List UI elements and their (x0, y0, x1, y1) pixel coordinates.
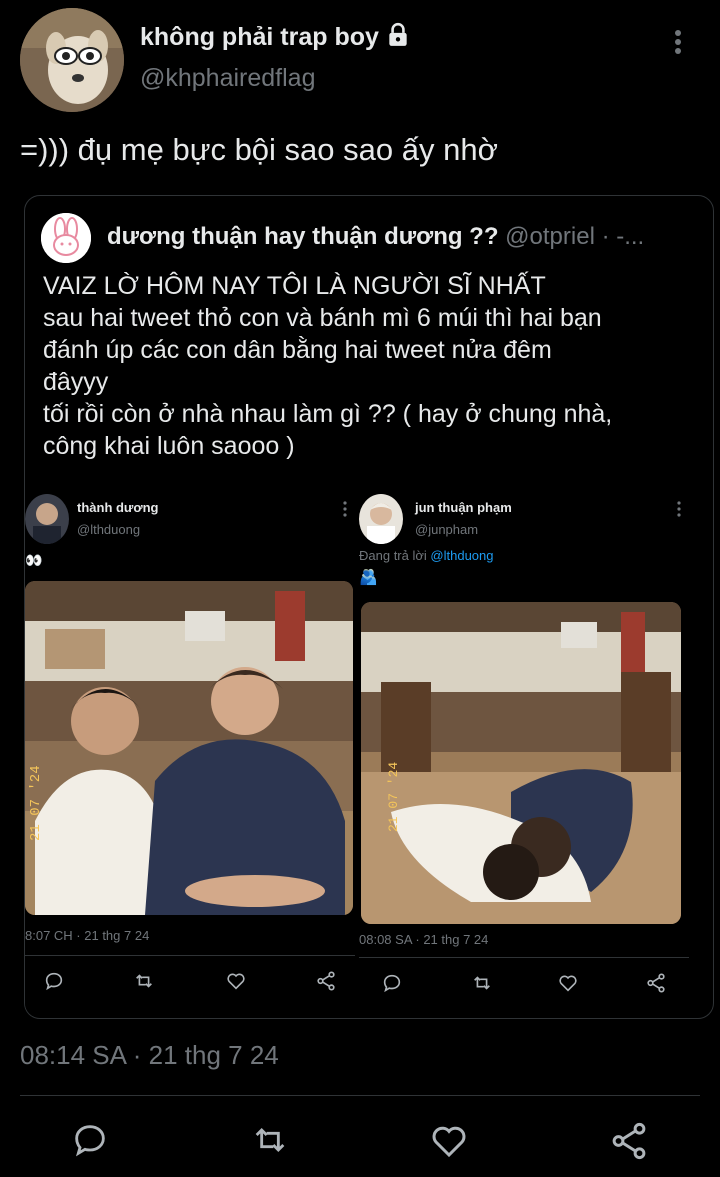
quoted-text: VAIZ LỜ HÔM NAY TÔI LÀ NGƯỜI SĨ NHẤT sau… (43, 270, 693, 462)
retweet-icon[interactable] (133, 970, 155, 997)
quoted-text-line: VAIZ LỜ HÔM NAY TÔI LÀ NGƯỜI SĨ NHẤT (43, 272, 546, 300)
quoted-text-line: sau hai tweet thỏ con và bánh mì 6 múi t… (43, 304, 602, 332)
replying-to: Đang trả lời @lthduong (359, 548, 493, 563)
quoted-display-name: dương thuận hay thuận dương ?? (107, 223, 499, 250)
embedded-left-text: 👀 (25, 552, 43, 568)
replying-to-handle[interactable]: @lthduong (430, 548, 493, 563)
quoted-tweet[interactable]: dương thuận hay thuận dương ?? @otpriel … (24, 195, 714, 1019)
divider (25, 955, 355, 956)
lock-icon (385, 22, 411, 55)
embedded-right-time: 08:08 SA · 21 thg 7 24 (359, 932, 489, 947)
embedded-right-name: jun thuận phạm (415, 500, 512, 515)
embedded-right-avatar (359, 494, 403, 544)
embedded-right-photo[interactable]: 21 07 '24 (361, 602, 681, 924)
embedded-right-handle: @junpham (415, 522, 479, 537)
tweet-text: =))) đụ mẹ bực bội sao sao ấy nhờ (20, 132, 498, 167)
author-display-name[interactable]: không phải trap boy (140, 23, 379, 51)
quoted-text-line: công khai luôn saooo ) (43, 432, 295, 460)
share-icon[interactable] (315, 970, 337, 997)
quoted-author-avatar (41, 213, 91, 263)
tweet-timestamp[interactable]: 08:14 SA · 21 thg 7 24 (20, 1040, 279, 1071)
heart-icon[interactable] (557, 972, 579, 999)
embedded-left-time: 8:07 CH · 21 thg 7 24 (25, 928, 150, 943)
embedded-left-avatar (25, 494, 69, 544)
share-icon[interactable] (645, 972, 667, 999)
share-icon[interactable] (608, 1120, 650, 1167)
reply-icon[interactable] (70, 1120, 110, 1165)
more-vertical-icon[interactable] (675, 500, 683, 523)
quoted-handle: @otpriel · -... (505, 223, 645, 250)
more-vertical-icon[interactable] (668, 28, 688, 63)
embedded-tweet-right[interactable]: jun thuận phạm @junpham Đang trả lời @lt… (359, 486, 699, 1016)
embedded-right-text: 🫂 (359, 569, 378, 586)
replying-to-prefix: Đang trả lời (359, 548, 427, 563)
author-name-row[interactable]: không phải trap boy (140, 22, 411, 55)
svg-text:21 07 '24: 21 07 '24 (28, 765, 44, 841)
embedded-left-photo[interactable]: 21 07 '24 (25, 581, 353, 915)
embedded-left-handle: @lthduong (77, 522, 141, 537)
more-vertical-icon[interactable] (341, 500, 349, 523)
retweet-icon[interactable] (248, 1120, 292, 1165)
heart-icon[interactable] (428, 1120, 470, 1167)
quoted-text-line: tối rồi còn ở nhà nhau làm gì ?? ( hay ở… (43, 400, 613, 428)
quoted-author-row: dương thuận hay thuận dương ?? @otpriel … (107, 223, 644, 251)
author-avatar[interactable] (20, 8, 124, 112)
divider (359, 957, 689, 958)
divider (20, 1095, 700, 1096)
quoted-text-line: đánh úp các con dân bằng hai tweet nửa đ… (43, 336, 552, 364)
retweet-icon[interactable] (471, 972, 493, 999)
reply-icon[interactable] (43, 970, 65, 997)
reply-icon[interactable] (381, 972, 403, 999)
author-handle[interactable]: @khphairedflag (140, 64, 316, 93)
heart-icon[interactable] (225, 970, 247, 997)
quoted-text-line: đâyyy (43, 368, 109, 396)
embedded-left-name: thành dương (77, 500, 159, 515)
svg-text:21 07 '24: 21 07 '24 (386, 762, 401, 832)
embedded-tweet-left[interactable]: thành dương @lthduong 👀 21 07 '24 8:07 C… (25, 486, 355, 1016)
